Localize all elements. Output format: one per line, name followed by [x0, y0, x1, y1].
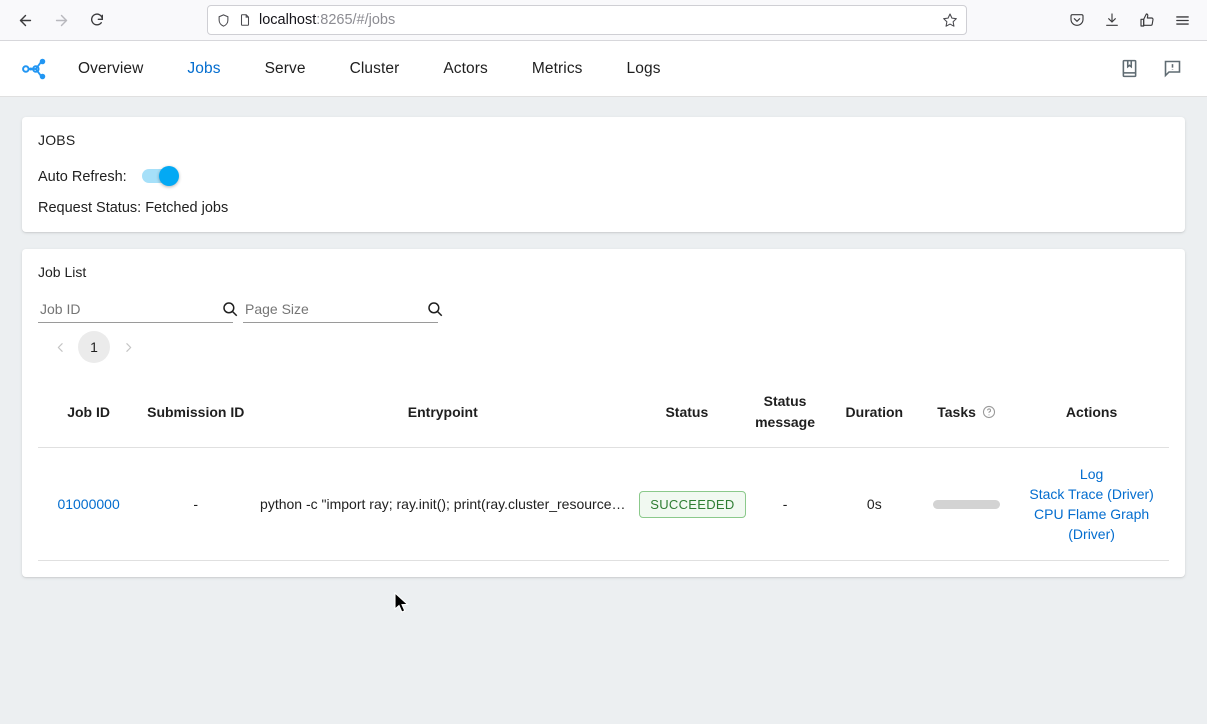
- cell-submission-id: -: [139, 448, 252, 561]
- pagination: 1: [46, 331, 1169, 363]
- col-header-status: Status: [633, 379, 740, 448]
- page-size-filter[interactable]: [243, 300, 438, 323]
- address-bar[interactable]: localhost:8265/#/jobs: [207, 5, 967, 35]
- pocket-icon[interactable]: [1062, 5, 1092, 35]
- jobs-summary-card: JOBS Auto Refresh: Request Status: Fetch…: [22, 117, 1185, 232]
- search-icon[interactable]: [221, 300, 241, 318]
- table-header-row: Job ID Submission ID Entrypoint Status S…: [38, 379, 1169, 448]
- page-number-1[interactable]: 1: [78, 331, 110, 363]
- nav-link-overview[interactable]: Overview: [56, 60, 165, 78]
- nav-link-metrics[interactable]: Metrics: [510, 60, 605, 78]
- job-list-title: Job List: [38, 264, 1169, 280]
- download-icon[interactable]: [1097, 5, 1127, 35]
- docs-book-icon[interactable]: [1119, 58, 1140, 79]
- cell-status: SUCCEEDED: [633, 448, 740, 561]
- nav-link-actors[interactable]: Actors: [421, 60, 510, 78]
- menu-icon[interactable]: [1167, 5, 1197, 35]
- nav-link-cluster[interactable]: Cluster: [328, 60, 422, 78]
- request-status-text: Request Status: Fetched jobs: [38, 200, 1169, 216]
- ray-logo-icon[interactable]: [14, 54, 56, 84]
- nav-link-jobs[interactable]: Jobs: [165, 60, 242, 78]
- url-host: localhost: [259, 12, 316, 28]
- cell-duration: 0s: [830, 448, 919, 561]
- cell-actions: Log Stack Trace (Driver) CPU Flame Graph…: [1014, 448, 1169, 561]
- col-header-entrypoint: Entrypoint: [252, 379, 633, 448]
- chevron-left-icon[interactable]: [46, 333, 74, 361]
- search-icon[interactable]: [426, 300, 446, 318]
- toggle-thumb: [159, 166, 179, 186]
- help-circle-icon[interactable]: [982, 405, 996, 419]
- cell-job-id: 01000000: [38, 448, 139, 561]
- nav-links: Overview Jobs Serve Cluster Actors Metri…: [56, 60, 683, 78]
- action-log-link[interactable]: Log: [1020, 464, 1163, 484]
- job-list-filters: [38, 300, 1169, 323]
- col-header-actions: Actions: [1014, 379, 1169, 448]
- cell-tasks: [919, 448, 1014, 561]
- cell-entrypoint: python -c "import ray; ray.init(); print…: [252, 448, 633, 561]
- job-id-input[interactable]: [38, 301, 221, 318]
- shield-icon: [216, 13, 231, 28]
- col-header-submission-id: Submission ID: [139, 379, 252, 448]
- browser-right-icons: [1062, 5, 1197, 35]
- url-text: localhost:8265/#/jobs: [259, 12, 935, 28]
- chevron-right-icon[interactable]: [114, 333, 142, 361]
- auto-refresh-row: Auto Refresh:: [38, 166, 1169, 188]
- navbar-icons: [1119, 58, 1193, 79]
- reload-button[interactable]: [82, 5, 112, 35]
- auto-refresh-label: Auto Refresh:: [38, 169, 127, 185]
- browser-nav-buttons: [10, 5, 112, 35]
- forward-button[interactable]: [46, 5, 76, 35]
- table-row: 01000000 - python -c "import ray; ray.in…: [38, 448, 1169, 561]
- nav-link-serve[interactable]: Serve: [243, 60, 328, 78]
- nav-link-logs[interactable]: Logs: [605, 60, 683, 78]
- status-badge: SUCCEEDED: [639, 491, 745, 518]
- page-icon: [238, 13, 252, 27]
- col-header-status-message: Status message: [740, 379, 829, 448]
- back-button[interactable]: [10, 5, 40, 35]
- action-cpu-flame-graph-link[interactable]: CPU Flame Graph (Driver): [1020, 504, 1163, 544]
- action-stack-trace-link[interactable]: Stack Trace (Driver): [1020, 484, 1163, 504]
- job-id-filter[interactable]: [38, 300, 233, 323]
- urlbar-container: localhost:8265/#/jobs: [112, 5, 1062, 35]
- col-header-tasks: Tasks: [919, 379, 1014, 448]
- page-size-input[interactable]: [243, 301, 426, 318]
- job-list-card: Job List 1: [22, 249, 1185, 577]
- cell-status-message: -: [740, 448, 829, 561]
- feedback-icon[interactable]: [1162, 58, 1183, 79]
- url-path: :8265/#/jobs: [316, 12, 395, 28]
- extension-icon[interactable]: [1132, 5, 1162, 35]
- browser-toolbar: localhost:8265/#/jobs: [0, 0, 1207, 41]
- col-header-job-id: Job ID: [38, 379, 139, 448]
- col-header-tasks-label: Tasks: [937, 402, 976, 423]
- star-icon[interactable]: [942, 12, 958, 28]
- entrypoint-text: python -c "import ray; ray.init(); print…: [258, 496, 627, 512]
- col-header-duration: Duration: [830, 379, 919, 448]
- jobs-table: Job ID Submission ID Entrypoint Status S…: [38, 379, 1169, 561]
- auto-refresh-toggle[interactable]: [139, 166, 197, 188]
- jobs-card-title: JOBS: [38, 132, 1169, 148]
- ray-navbar: Overview Jobs Serve Cluster Actors Metri…: [0, 41, 1207, 97]
- job-id-link[interactable]: 01000000: [57, 496, 119, 512]
- tasks-progress-bar: [933, 500, 1000, 509]
- page-content: JOBS Auto Refresh: Request Status: Fetch…: [0, 97, 1207, 723]
